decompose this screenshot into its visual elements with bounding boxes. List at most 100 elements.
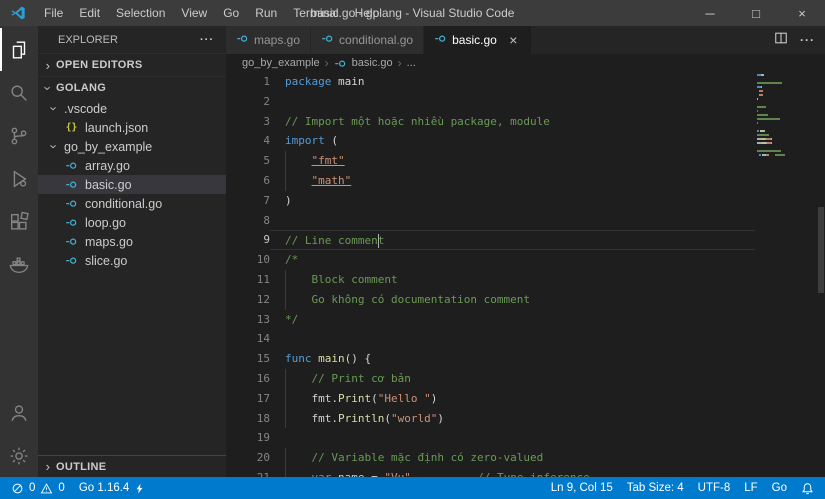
vscode-logo-icon [0,5,36,21]
source-control-icon[interactable] [0,114,38,157]
code-line-17[interactable]: 17 fmt.Print("Hello ") [226,389,825,409]
explorer-more-actions-icon[interactable]: ··· [200,34,214,46]
language-mode[interactable]: Go [765,477,794,499]
code-line-16[interactable]: 16 // Print cơ bản [226,369,825,389]
code-line-13[interactable]: 13*/ [226,310,825,330]
line-number: 7 [226,191,270,211]
menu-edit[interactable]: Edit [71,0,108,26]
token: Print [338,392,371,405]
explorer-icon[interactable] [0,28,38,71]
tab-label: basic.go [452,33,497,47]
editor[interactable]: 1package main23// Import một hoặc nhiều … [226,72,825,477]
line-content: // Variable mặc định có zero-valued [270,448,755,468]
outline-section[interactable]: › OUTLINE [38,455,226,477]
close-button[interactable]: × [779,0,825,26]
code-line-1[interactable]: 1package main [226,72,825,92]
editor-actions: ··· [764,26,825,54]
line-number: 10 [226,250,270,270]
code-line-21[interactable]: 21 var name = "Vu" // Type inference [226,468,825,477]
scrollbar-thumb[interactable] [818,207,824,293]
encoding[interactable]: UTF-8 [691,477,738,499]
code-line-8[interactable]: 8 [226,211,825,231]
line-number: 17 [226,389,270,409]
minimize-button[interactable]: ─ [687,0,733,26]
breadcrumb-item[interactable]: go_by_example [242,57,320,69]
code-line-12[interactable]: 12 Go không có documentation comment [226,290,825,310]
tree-item-launch.json[interactable]: {}launch.json [38,118,226,137]
workspace-section[interactable]: › GOLANG [38,76,226,99]
code-line-2[interactable]: 2 [226,92,825,112]
line-number: 15 [226,349,270,369]
close-icon[interactable]: × [506,32,521,48]
code-line-9[interactable]: 9// Line comment [226,230,825,250]
minimap[interactable] [755,72,817,158]
tree-item-loop.go[interactable]: loop.go [38,213,226,232]
tab-conditional.go[interactable]: conditional.go [311,26,424,54]
line-content: Block comment [270,270,755,290]
menu-file[interactable]: File [36,0,71,26]
tree-item-.vscode[interactable]: ›.vscode [38,99,226,118]
tab-size[interactable]: Tab Size: 4 [620,477,691,499]
code-line-18[interactable]: 18 fmt.Println("world") [226,409,825,429]
errors-icon [11,482,24,495]
token [285,154,312,167]
extensions-icon[interactable] [0,200,38,243]
tree-item-conditional.go[interactable]: conditional.go [38,194,226,213]
accounts-icon[interactable] [0,391,38,434]
tree-item-slice.go[interactable]: slice.go [38,251,226,270]
tree-item-label: array.go [85,159,130,173]
menu-go[interactable]: Go [215,0,247,26]
code-line-4[interactable]: 4import ( [226,131,825,151]
code-line-11[interactable]: 11 Block comment [226,270,825,290]
notifications-bell-icon[interactable] [794,477,821,499]
code-line-10[interactable]: 10/* [226,250,825,270]
chevron-right-icon: › [40,59,56,72]
cursor-position[interactable]: Ln 9, Col 15 [544,477,620,499]
tab-maps.go[interactable]: maps.go [226,26,311,54]
code-line-15[interactable]: 15func main() { [226,349,825,369]
menu-selection[interactable]: Selection [108,0,173,26]
maximize-button[interactable]: □ [733,0,779,26]
tree-item-go_by_example[interactable]: ›go_by_example [38,137,226,156]
editor-more-actions-icon[interactable]: ··· [800,33,815,47]
indent-guide [285,448,286,468]
token: ) [437,412,444,425]
code-line-5[interactable]: 5 "fmt" [226,151,825,171]
indent-guide [285,468,286,477]
go-version-indicator[interactable]: Go 1.16.4 [72,477,153,499]
go-file-icon [64,159,79,172]
eol[interactable]: LF [737,477,764,499]
code-line-14[interactable]: 14 [226,329,825,349]
tab-basic.go[interactable]: basic.go × [424,26,532,54]
tree-item-array.go[interactable]: array.go [38,156,226,175]
code-line-20[interactable]: 20 // Variable mặc định có zero-valued [226,448,825,468]
menu-run[interactable]: Run [247,0,285,26]
search-icon[interactable] [0,71,38,114]
code-line-3[interactable]: 3// Import một hoặc nhiều package, modul… [226,112,825,132]
line-content [270,428,755,448]
run-and-debug-icon[interactable] [0,157,38,200]
token [285,471,312,477]
tree-item-basic.go[interactable]: basic.go [38,175,226,194]
token: "fmt" [312,154,345,167]
menu-terminal[interactable]: Terminal [285,0,346,26]
code-line-6[interactable]: 6 "math" [226,171,825,191]
breadcrumb-item[interactable]: basic.go [352,57,393,69]
token: ) [431,392,438,405]
vertical-scrollbar[interactable] [817,72,825,477]
menu-help[interactable]: Help [347,0,388,26]
problems-indicator[interactable]: 0 0 [4,477,72,499]
line-content: fmt.Println("world") [270,409,755,429]
split-editor-icon[interactable] [774,31,788,50]
breadcrumb-item[interactable]: ... [407,57,416,69]
open-editors-section[interactable]: › OPEN EDITORS [38,53,226,76]
code-line-19[interactable]: 19 [226,428,825,448]
tree-item-maps.go[interactable]: maps.go [38,232,226,251]
menu-view[interactable]: View [173,0,215,26]
sidebar-title: EXPLORER [58,34,118,46]
docker-icon[interactable] [0,243,38,286]
settings-gear-icon[interactable] [0,434,38,477]
line-number: 21 [226,468,270,477]
token: ( [384,412,391,425]
code-line-7[interactable]: 7) [226,191,825,211]
